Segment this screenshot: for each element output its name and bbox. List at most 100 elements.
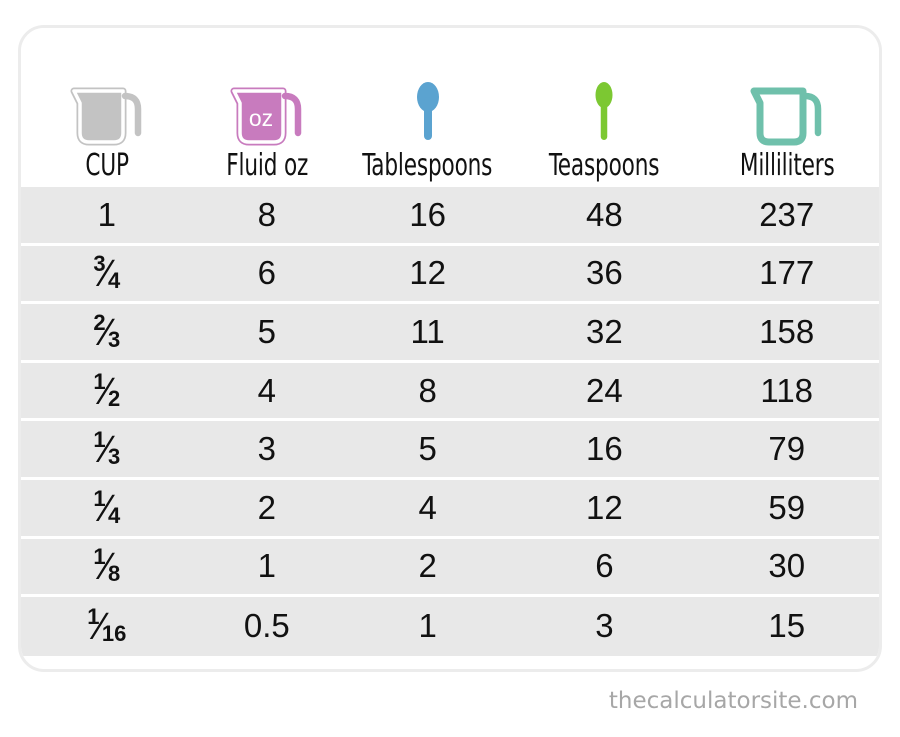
numeric-value: 12 (586, 488, 623, 526)
numeric-value: 8 (418, 371, 437, 409)
table-row: 1 8 16 48 237 (21, 187, 879, 246)
cell-tablespoons: 4 (341, 480, 514, 536)
fraction-value: 1 ⁄ 2 (93, 370, 121, 411)
cell-cup: 1 ⁄ 4 (21, 480, 193, 536)
table-body: 1 8 16 48 237 3 ⁄ 4 6 12 36 177 2 ⁄ 3 5 11 32 158 1 ⁄ 2 4 8 24 11… (21, 187, 879, 656)
numeric-value: 11 (410, 312, 445, 350)
jug-shape: ml (750, 87, 821, 146)
column-header-teaspoons: Teaspoons (514, 28, 694, 187)
cell-teaspoons: 12 (514, 480, 694, 536)
table-row: 3 ⁄ 4 6 12 36 177 (21, 245, 879, 305)
cell-tablespoons: 5 (341, 421, 514, 477)
fraction-value: 1 ⁄ 3 (93, 429, 121, 470)
cell-fluid_oz: 1 (193, 539, 341, 595)
numeric-value: 4 (257, 371, 276, 409)
cell-teaspoons: 6 (514, 539, 694, 595)
fraction-value: 1 ⁄ 4 (93, 487, 120, 528)
cell-cup: 3 ⁄ 4 (21, 246, 193, 302)
fraction-value: 2 ⁄ 3 (93, 311, 121, 352)
numeric-value: 1 (418, 607, 437, 645)
numeric-value: 24 (586, 371, 623, 409)
table-row: 1 ⁄ 16 0.5 1 3 15 (21, 597, 879, 656)
conversion-table-card: CUP oz Fluid oz Tablespoons Teaspoons ml Milli… (18, 25, 882, 672)
column-header-tablespoons: Tablespoons (341, 28, 514, 187)
numeric-value: 118 (760, 371, 814, 409)
fraction-denominator: 4 (107, 268, 121, 294)
cell-tablespoons: 1 (341, 597, 514, 656)
cell-milliliters: 79 (695, 421, 879, 477)
cell-teaspoons: 16 (514, 421, 694, 477)
cell-cup: 1 ⁄ 8 (21, 539, 193, 595)
numeric-value: 16 (586, 430, 623, 468)
cell-tablespoons: 12 (341, 246, 514, 302)
numeric-value: 3 (595, 607, 614, 645)
cell-fluid_oz: 0.5 (193, 597, 341, 656)
spoon-shape (595, 82, 613, 140)
cell-milliliters: 59 (695, 480, 879, 536)
spoon-shape (416, 82, 439, 140)
cell-milliliters: 118 (695, 363, 879, 419)
cell-teaspoons: 32 (514, 304, 694, 360)
numeric-value: 6 (257, 254, 276, 292)
numeric-value: 2 (257, 488, 276, 526)
fraction-value: 1 ⁄ 16 (87, 606, 127, 647)
cell-fluid_oz: 8 (193, 187, 341, 243)
measuring-jug-icon (68, 70, 146, 148)
column-header-label: CUP (85, 148, 129, 183)
column-header-label: Teaspoons (549, 148, 660, 183)
jug-shape: oz (230, 87, 302, 146)
table-row: 1 ⁄ 8 1 2 6 30 (21, 538, 879, 598)
cell-cup: 1 ⁄ 3 (21, 421, 193, 477)
fraction-denominator: 2 (107, 385, 121, 411)
cell-tablespoons: 16 (341, 187, 514, 243)
cell-teaspoons: 48 (514, 187, 694, 243)
site-attribution: thecalculatorsite.com (608, 688, 858, 714)
measuring-jug-ml-icon: ml (748, 70, 826, 148)
numeric-value: 1 (257, 547, 276, 585)
cell-cup: 1 ⁄ 16 (21, 597, 193, 656)
cell-tablespoons: 2 (341, 539, 514, 595)
cell-milliliters: 158 (695, 304, 879, 360)
table-row: 1 ⁄ 3 3 5 16 79 (21, 421, 879, 480)
column-header-fluid_oz: oz Fluid oz (193, 28, 341, 187)
cell-tablespoons: 11 (341, 304, 514, 360)
column-header-label: Fluid oz (225, 148, 308, 183)
fraction-denominator: 8 (107, 561, 121, 587)
cell-fluid_oz: 5 (193, 304, 341, 360)
numeric-value: 48 (586, 195, 623, 233)
table-row: 2 ⁄ 3 5 11 32 158 (21, 304, 879, 363)
table-row: 1 ⁄ 4 2 4 12 59 (21, 479, 879, 539)
numeric-value: 2 (418, 547, 437, 585)
numeric-value: 15 (768, 607, 806, 645)
fraction-value: 1 ⁄ 8 (93, 546, 121, 587)
cell-cup: 2 ⁄ 3 (21, 304, 193, 360)
numeric-value: 237 (759, 195, 815, 233)
numeric-value: 5 (418, 430, 437, 468)
cell-milliliters: 237 (695, 187, 879, 243)
cell-fluid_oz: 6 (193, 246, 341, 302)
cell-fluid_oz: 2 (193, 480, 341, 536)
table-row: 1 ⁄ 2 4 8 24 118 (21, 362, 879, 422)
numeric-value: 0.5 (243, 607, 290, 645)
column-header-milliliters: ml Milliliters (695, 28, 879, 187)
numeric-value: 32 (586, 312, 623, 350)
fraction-denominator: 3 (107, 326, 121, 352)
numeric-value: 6 (595, 547, 614, 585)
numeric-value: 16 (409, 195, 447, 233)
cell-milliliters: 15 (695, 597, 879, 656)
whole-value: 1 (97, 195, 116, 233)
numeric-value: 177 (759, 254, 815, 292)
numeric-value: 59 (768, 488, 806, 526)
cell-fluid_oz: 3 (193, 421, 341, 477)
column-header-cup: CUP (21, 28, 193, 187)
numeric-value: 4 (418, 488, 437, 526)
column-header-label: Milliliters (739, 148, 835, 183)
fraction-denominator: 3 (107, 444, 121, 470)
numeric-value: 8 (257, 195, 276, 233)
cell-cup: 1 (21, 187, 193, 243)
fraction-denominator: 16 (101, 621, 127, 647)
cell-tablespoons: 8 (341, 363, 514, 419)
numeric-value: 158 (759, 312, 815, 350)
numeric-value: 36 (586, 254, 623, 292)
tablespoon-icon (408, 70, 448, 148)
